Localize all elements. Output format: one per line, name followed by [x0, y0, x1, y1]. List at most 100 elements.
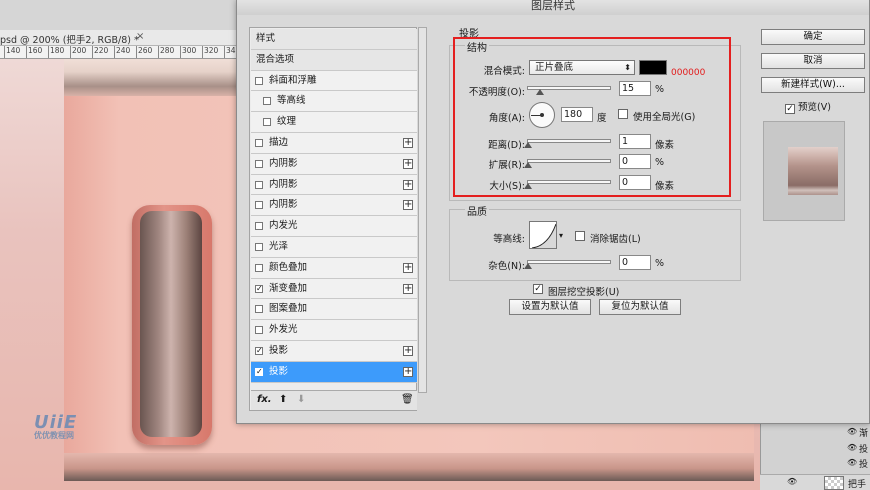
contour-dropdown-icon[interactable]: ▾ [559, 231, 563, 240]
style-list-item[interactable]: ✓ 渐变叠加 + [251, 278, 417, 300]
style-checkbox[interactable] [255, 139, 263, 147]
style-checkbox[interactable]: ✓ [255, 284, 263, 293]
trash-icon[interactable]: 🗑 [401, 394, 414, 405]
add-effect-icon[interactable]: + [403, 138, 413, 148]
style-item-label: 投影 [269, 365, 289, 377]
style-list-item[interactable]: 等高线 [251, 91, 417, 113]
style-checkbox[interactable]: ✓ [255, 347, 263, 355]
style-item-label: 渐变叠加 [269, 282, 308, 294]
style-item-label: 内阴影 [269, 199, 298, 211]
close-icon[interactable]: × [136, 31, 144, 42]
preview-label: 预览(V) [798, 102, 831, 113]
ruler-tick: 300 [180, 46, 196, 58]
style-checkbox[interactable] [255, 263, 263, 272]
style-item-label: 描边 [269, 137, 289, 148]
contour-picker[interactable] [529, 221, 557, 249]
style-checkbox[interactable] [255, 159, 263, 168]
style-list-item[interactable]: ✓ 投影 + [251, 341, 417, 362]
style-list-item[interactable]: 外发光 [251, 320, 417, 341]
style-list-item[interactable]: 图案叠加 [251, 299, 417, 321]
document-tab[interactable]: psd @ 200% (把手2, RGB/8) * × [0, 30, 240, 46]
add-effect-icon[interactable]: + [403, 366, 413, 377]
dialog-title: 图层样式 [531, 0, 575, 12]
style-checkbox[interactable] [255, 180, 263, 189]
style-item-label: 颜色叠加 [269, 261, 308, 273]
style-checkbox[interactable] [263, 97, 271, 106]
style-list-item[interactable]: ✓ 投影 + [251, 361, 417, 383]
preview-checkbox-box[interactable]: ✓ [785, 104, 795, 114]
highlight-annotation-box [453, 37, 731, 197]
reset-default-button[interactable]: 复位为默认值 [599, 299, 681, 315]
eye-icon[interactable]: 👁 [847, 443, 857, 452]
style-item-label: 样式 [256, 33, 276, 44]
style-list-item[interactable]: 描边 + [251, 133, 417, 154]
style-list-scrollbar[interactable] [418, 27, 427, 393]
document-tab-title: psd @ 200% (把手2, RGB/8) * [0, 35, 139, 46]
style-checkbox[interactable] [255, 201, 263, 210]
style-checkbox[interactable] [255, 76, 263, 85]
ok-button[interactable]: 确定 [761, 29, 865, 45]
layer-effect-row[interactable]: 👁 投 [761, 442, 870, 456]
watermark-logo: UiiE 优优教程网 [34, 412, 77, 441]
anti-alias-checkbox[interactable] [575, 231, 585, 241]
slider-knob[interactable] [524, 263, 532, 269]
style-item-label: 投影 [269, 345, 289, 356]
layer-name: 把手 [848, 480, 867, 490]
style-item-label: 外发光 [269, 324, 298, 336]
style-list-item[interactable]: 斜面和浮雕 [251, 70, 417, 92]
style-list-item[interactable]: 内阴影 + [251, 195, 417, 217]
add-effect-icon[interactable]: + [403, 346, 413, 356]
ruler-tick: 200 [70, 46, 86, 58]
add-effect-icon[interactable]: + [403, 283, 413, 294]
ruler-tick: 240 [114, 46, 130, 58]
knockout-checkbox[interactable]: ✓ [533, 284, 543, 294]
preview-checkbox[interactable]: ✓ 预览(V) [785, 99, 831, 114]
new-style-button[interactable]: 新建样式(W)... [761, 77, 865, 93]
style-checkbox[interactable] [255, 243, 263, 251]
noise-input[interactable]: 0 [619, 255, 651, 270]
style-preview [763, 121, 845, 221]
layer-effect-name: 渐 [859, 429, 869, 439]
style-list-item[interactable]: 内阴影 + [251, 174, 417, 196]
style-list-item[interactable]: 样式 [251, 29, 417, 50]
style-checkbox[interactable] [255, 222, 263, 231]
noise-label: 杂色(N): [488, 261, 525, 272]
knockout-label: 图层挖空投影(U) [548, 287, 620, 298]
add-effect-icon[interactable]: + [403, 179, 413, 190]
ruler-tick: 180 [48, 46, 64, 58]
style-checkbox[interactable]: ✓ [255, 367, 263, 376]
layer-row-main[interactable]: 👁 把手 [760, 474, 870, 490]
style-list-item[interactable]: 内阴影 + [251, 153, 417, 175]
cancel-button[interactable]: 取消 [761, 53, 865, 69]
noise-slider[interactable] [524, 260, 611, 269]
ruler-tick: 160 [26, 46, 42, 58]
style-checkbox[interactable] [263, 118, 271, 127]
style-list-item[interactable]: 混合选项 [251, 49, 417, 71]
style-checkbox[interactable] [255, 305, 263, 314]
layer-effect-row[interactable]: 👁 渐 [761, 426, 870, 440]
move-down-icon[interactable]: ⬇ [297, 394, 305, 405]
layer-thumbnail [824, 476, 844, 490]
style-list-item[interactable]: 颜色叠加 + [251, 257, 417, 279]
eye-icon[interactable]: 👁 [847, 427, 857, 436]
style-item-label: 斜面和浮雕 [269, 74, 317, 86]
move-up-icon[interactable]: ⬆ [279, 394, 287, 405]
eye-icon[interactable]: 👁 [787, 477, 797, 486]
style-list-item[interactable]: 光泽 [251, 237, 417, 258]
eye-icon[interactable]: 👁 [847, 458, 857, 467]
fx-icon[interactable]: fx. [257, 394, 272, 405]
style-checkbox[interactable] [255, 326, 263, 335]
ruler-tick: 220 [92, 46, 108, 58]
contour-label: 等高线: [493, 234, 525, 245]
add-effect-icon[interactable]: + [403, 200, 413, 211]
style-item-label: 内阴影 [269, 157, 298, 169]
add-effect-icon[interactable]: + [403, 158, 413, 169]
make-default-button[interactable]: 设置为默认值 [509, 299, 591, 315]
style-item-label: 光泽 [269, 241, 289, 252]
style-list-item[interactable]: 内发光 [251, 216, 417, 237]
style-list-item[interactable]: 纹理 [251, 112, 417, 133]
dialog-titlebar[interactable]: 图层样式 [237, 0, 869, 15]
layer-effect-name: 投 [859, 445, 869, 455]
add-effect-icon[interactable]: + [403, 262, 413, 273]
layer-effect-row[interactable]: 👁 投 [761, 457, 870, 471]
